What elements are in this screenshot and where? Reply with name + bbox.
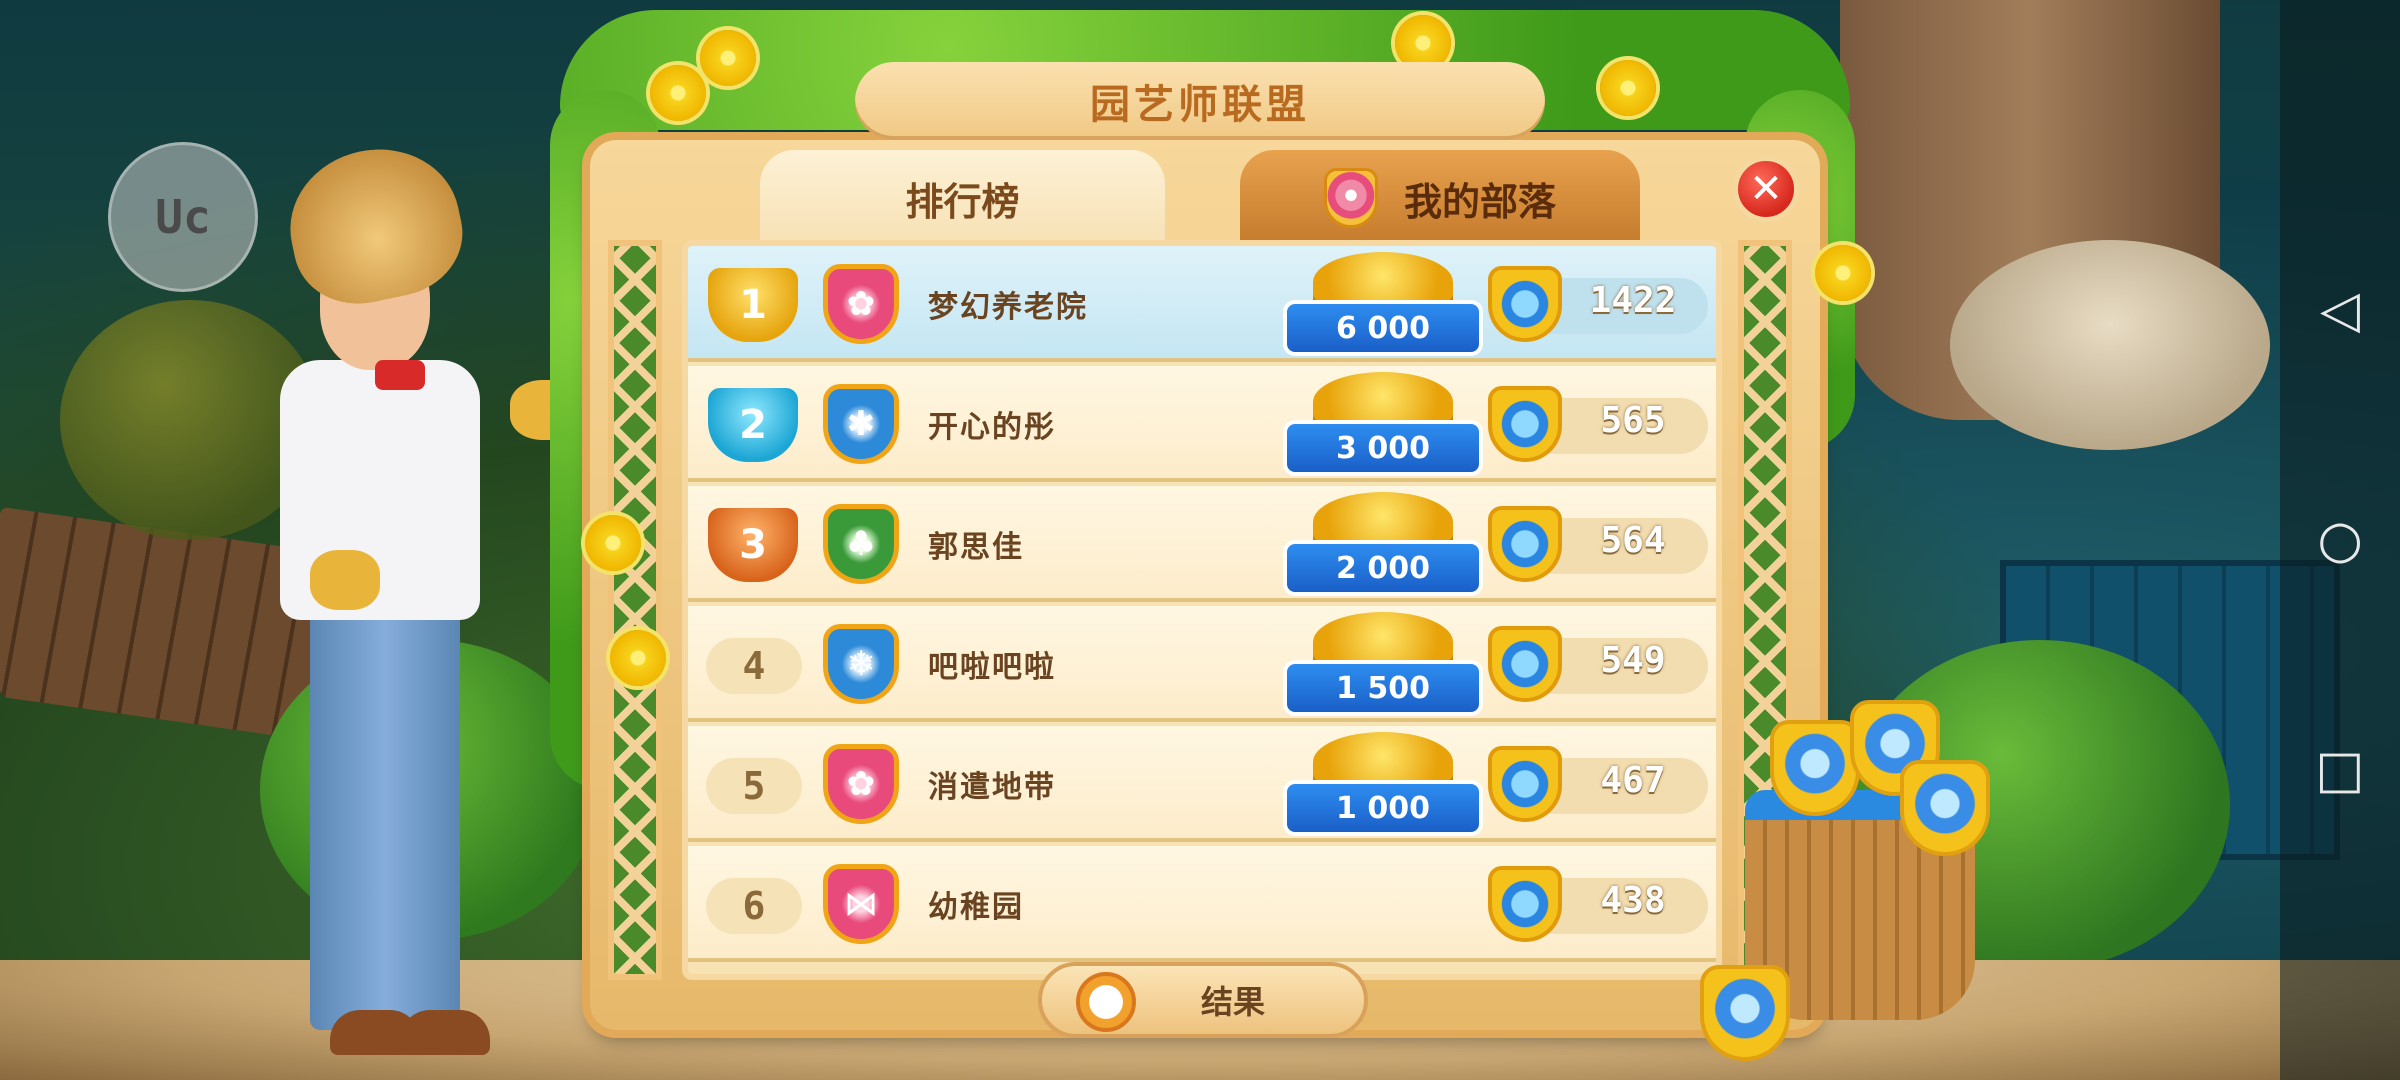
leaderboard-row[interactable]: 4 ❄ 吧啦吧啦 1 500 549: [688, 606, 1716, 722]
leaderboard-row[interactable]: 3 ♣ 郭思佳 2 000 564: [688, 486, 1716, 602]
trophy-gem-icon: [1488, 866, 1562, 942]
reward-amount: 1 500: [1283, 660, 1483, 716]
paw-badge-icon: ✱: [823, 384, 899, 464]
uc-floating-button[interactable]: Uc: [108, 142, 258, 292]
team-name: 吧啦吧啦: [928, 650, 1056, 685]
rank-number: 5: [706, 758, 802, 814]
rank-number: 6: [706, 878, 802, 934]
trophy-gem-icon: [1488, 746, 1562, 822]
flower-badge-icon: ✿: [823, 744, 899, 824]
trophy-gem-icon: [1770, 720, 1860, 816]
leaderboard-row[interactable]: 1 ✿ 梦幻养老院 6 000 1422: [688, 246, 1716, 362]
stone-tablet-scenery: [1950, 240, 2270, 450]
team-name: 郭思佳: [928, 530, 1024, 565]
flower-decoration: [1600, 60, 1656, 116]
snowflake-badge-icon: ❄: [823, 624, 899, 704]
results-label: 结果: [1200, 983, 1265, 1021]
reward-amount: 1 000: [1283, 780, 1483, 836]
trophy-gem-icon: [1488, 386, 1562, 462]
close-button[interactable]: ✕: [1733, 156, 1799, 222]
tab-my-tribe[interactable]: 我的部落: [1240, 150, 1640, 246]
team-name: 开心的彤: [928, 410, 1056, 445]
team-name: 消遣地带: [928, 770, 1056, 805]
trophy-gem-icon: [1488, 626, 1562, 702]
panel-title: 园艺师联盟: [855, 62, 1545, 140]
clover-badge-icon: ♣: [823, 504, 899, 584]
tab-label: 排行榜: [905, 179, 1020, 224]
reward-amount: 3 000: [1283, 420, 1483, 476]
bronze-trophy-icon: 3: [708, 508, 798, 582]
alarm-clock-icon: [1076, 972, 1136, 1032]
trophy-gem-icon: [1700, 965, 1790, 1061]
flower-decoration: [650, 65, 706, 121]
lattice-decoration: [608, 240, 662, 980]
score-value: 564: [1600, 520, 1666, 561]
flower-decoration: [700, 30, 756, 86]
flower-decoration: [610, 630, 666, 686]
straw-hat: [276, 133, 474, 317]
reward-amount: 2 000: [1283, 540, 1483, 596]
gold-trophy-icon: 1: [708, 268, 798, 342]
trophy-gem-icon: [1900, 760, 1990, 856]
coin-reward: 1 000: [1283, 732, 1483, 838]
trophy-gem-icon: [1488, 506, 1562, 582]
score-value: 1422: [1589, 280, 1677, 321]
leaderboard-row[interactable]: 5 ✿ 消遣地带 1 000 467: [688, 726, 1716, 842]
silver-trophy-icon: 2: [708, 388, 798, 462]
flower-decoration: [1815, 245, 1871, 301]
leaderboard-list[interactable]: 1 ✿ 梦幻养老院 6 000 1422 2 ✱ 开心的彤 3 000 5 6 5 …: [682, 240, 1722, 980]
bowtie: [375, 360, 425, 390]
team-name: 幼稚园: [928, 890, 1024, 925]
flower-decoration: [585, 515, 641, 571]
back-icon[interactable]: ◁: [2310, 280, 2370, 340]
score-value: 438: [1600, 880, 1666, 921]
coin-reward: 3 000: [1283, 372, 1483, 478]
coin-reward: 1 500: [1283, 612, 1483, 718]
coin-reward: 2 000: [1283, 492, 1483, 598]
score-value: 565: [1600, 400, 1666, 441]
bow-badge-icon: ⋈: [823, 864, 899, 944]
reward-amount: 6 000: [1283, 300, 1483, 356]
coin-reward: 6 000: [1283, 252, 1483, 358]
rank-number: 4: [706, 638, 802, 694]
score-value: 467: [1600, 760, 1666, 801]
tab-label: 我的部落: [1403, 179, 1556, 224]
flower-badge-icon: ✿: [823, 264, 899, 344]
tribe-shield-icon: [1323, 168, 1378, 228]
tab-leaderboard[interactable]: 排行榜: [760, 150, 1165, 246]
recent-apps-icon[interactable]: □: [2310, 740, 2370, 800]
results-button[interactable]: 结果: [1038, 962, 1368, 1038]
score-value: 549: [1600, 640, 1666, 681]
glove: [310, 550, 380, 610]
trophy-gem-icon: [1488, 266, 1562, 342]
boot: [400, 1010, 490, 1055]
leaderboard-row[interactable]: 2 ✱ 开心的彤 3 000 565: [688, 366, 1716, 482]
leaderboard-row[interactable]: 6 ⋈ 幼稚园 438: [688, 846, 1716, 962]
home-icon[interactable]: ○: [2310, 510, 2370, 570]
team-name: 梦幻养老院: [928, 290, 1088, 325]
